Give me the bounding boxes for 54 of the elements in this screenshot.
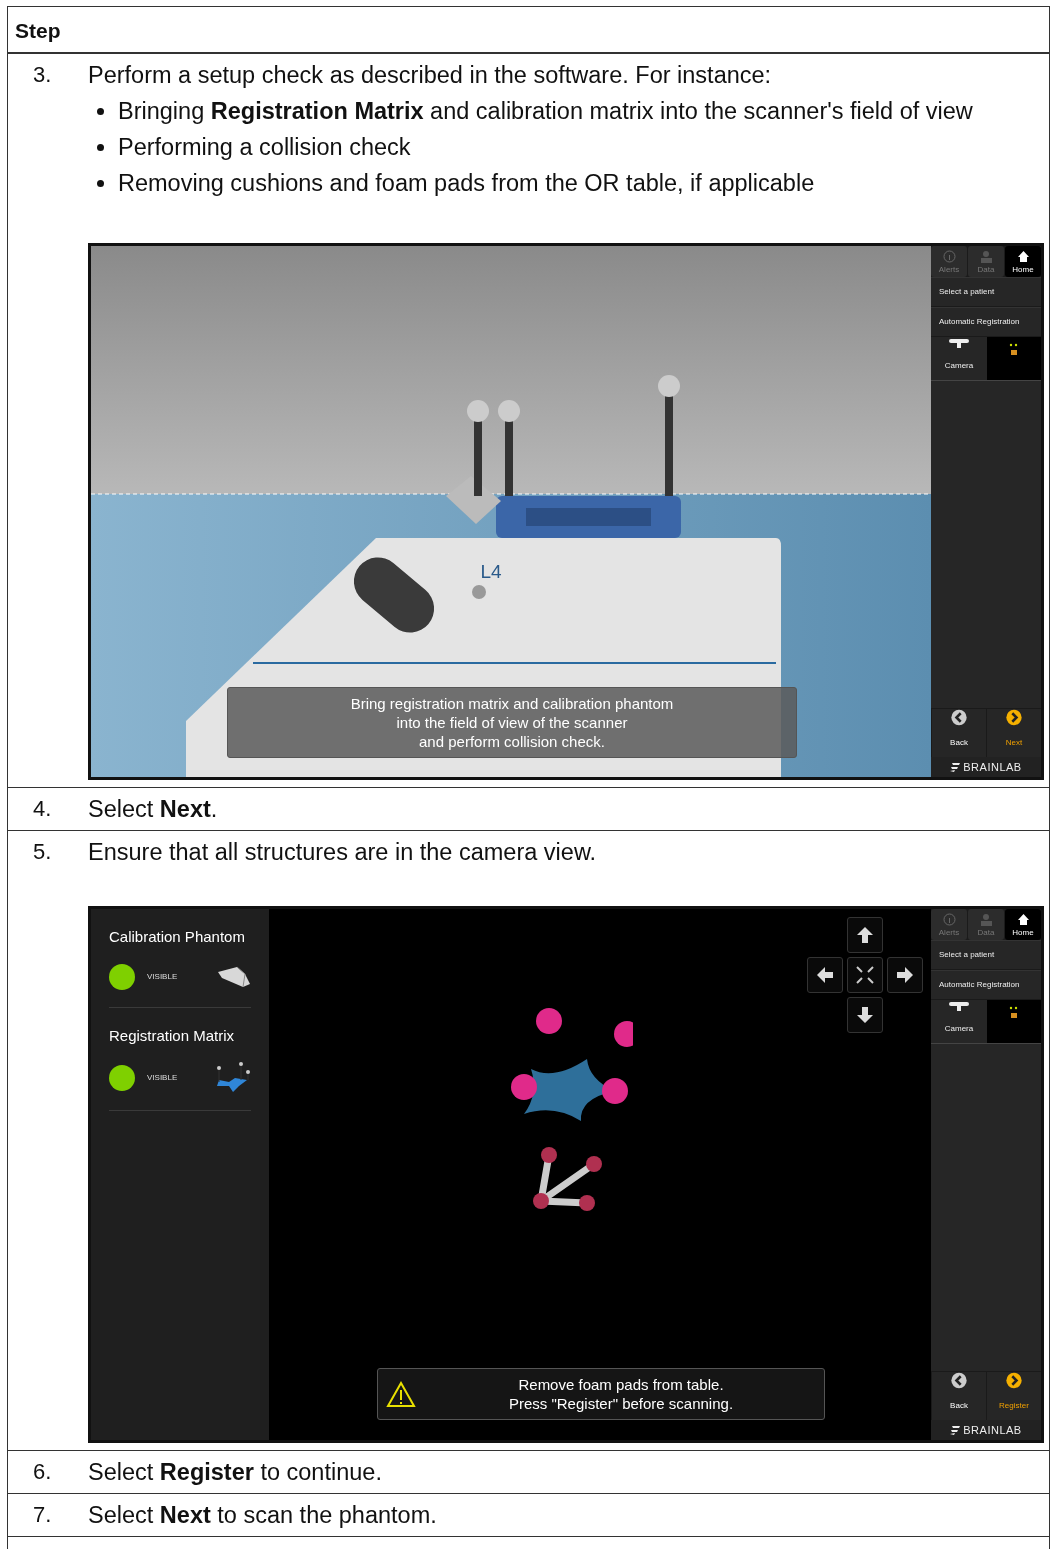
tab-icon bbox=[942, 913, 956, 926]
status-label: VISIBLE bbox=[147, 971, 179, 983]
scene-label: L4 bbox=[480, 561, 502, 582]
sidebar-tab[interactable]: Home bbox=[1005, 246, 1041, 277]
structure-name: Registration Matrix bbox=[109, 1026, 236, 1046]
markers-icon bbox=[1008, 1006, 1020, 1020]
structure-name: Calibration Phantom bbox=[109, 927, 246, 947]
step-number: 7. bbox=[32, 1501, 53, 1529]
tab-icon bbox=[979, 913, 993, 926]
camera-icon bbox=[949, 337, 969, 348]
arrow-icon bbox=[855, 1005, 875, 1025]
step-number: 6. bbox=[32, 1458, 53, 1486]
brand-logo: BRAINLAB bbox=[931, 757, 1041, 777]
warning-message: Remove foam pads from table. Press "Register" before scanning. bbox=[377, 1368, 825, 1420]
down-arrow-button[interactable] bbox=[847, 997, 883, 1033]
tab-icon bbox=[1016, 913, 1030, 926]
camera-button[interactable]: Camera bbox=[931, 337, 987, 380]
brand-logo: BRAINLAB bbox=[931, 1420, 1041, 1440]
step-text: Select Register to continue. bbox=[88, 1459, 382, 1485]
column-header: Step bbox=[8, 7, 1049, 54]
tab-icon bbox=[1016, 250, 1030, 263]
up-arrow-button[interactable] bbox=[847, 917, 883, 953]
bullet-icon bbox=[97, 179, 104, 187]
step-text: Ensure that all structures are in the camera view. bbox=[88, 839, 597, 865]
step-text: Select Next. bbox=[88, 796, 218, 822]
arrow-icon bbox=[895, 965, 915, 985]
bullet-text: Removing cushions and foam pads from the OR table, if applicable bbox=[118, 169, 815, 198]
bullet-icon bbox=[97, 107, 104, 115]
camera-icon bbox=[949, 1000, 969, 1011]
arrow-icon bbox=[815, 965, 835, 985]
arrow-icon bbox=[855, 925, 875, 945]
warning-icon bbox=[386, 1380, 416, 1408]
markers-icon bbox=[1008, 343, 1020, 357]
step-number: 3. bbox=[32, 61, 53, 89]
step-number: 5. bbox=[32, 838, 53, 866]
instruction-message: Bring registration matrix and calibration phantom into the field of view of the scanner and perform collision check. bbox=[227, 687, 797, 758]
left-arrow-button[interactable] bbox=[807, 957, 843, 993]
step-number: 4. bbox=[32, 795, 53, 823]
bullet-text: Bringing Registration Matrix and calibration matrix into the scanner's field of view bbox=[118, 97, 973, 126]
camera-button[interactable]: Camera bbox=[931, 1000, 987, 1043]
center-view-button[interactable] bbox=[847, 957, 883, 993]
tab-icon bbox=[979, 250, 993, 263]
tab-icon bbox=[942, 250, 956, 263]
right-arrow-button[interactable] bbox=[887, 957, 923, 993]
bullet-icon bbox=[97, 143, 104, 151]
sidebar-tab[interactable]: Home bbox=[1005, 909, 1041, 940]
menu-item[interactable]: Select a patient bbox=[931, 940, 1041, 970]
step-text: Perform a setup check as described in the software. For instance: bbox=[88, 62, 772, 88]
menu-item[interactable]: Select a patient bbox=[931, 277, 1041, 307]
bullet-text: Performing a collision check bbox=[118, 133, 411, 162]
matrix-icon bbox=[215, 1062, 251, 1094]
step-text: Select Next to scan the phantom. bbox=[88, 1502, 437, 1528]
status-label: VISIBLE bbox=[147, 1072, 179, 1084]
phantom-icon bbox=[217, 966, 251, 988]
